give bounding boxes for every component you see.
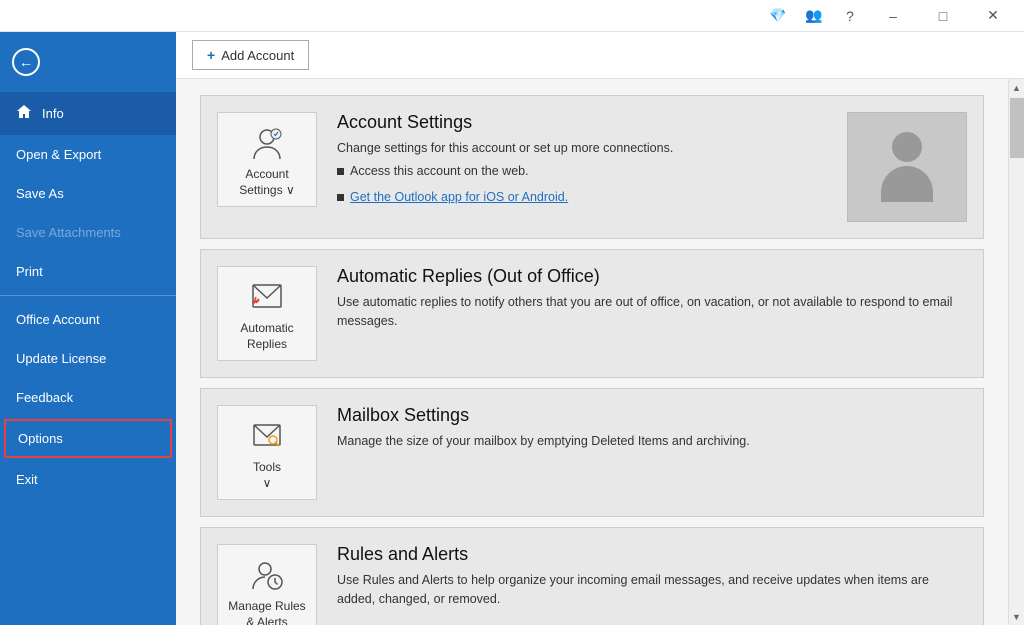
bullet-icon-2 — [337, 194, 344, 201]
minimize-icon[interactable]: – — [870, 0, 916, 32]
scroll-down-button[interactable]: ▼ — [1009, 608, 1024, 625]
account-settings-desc: Change settings for this account or set … — [337, 139, 827, 158]
automatic-replies-icon — [249, 279, 285, 315]
back-circle-icon: ← — [12, 48, 40, 76]
bullet-icon — [337, 168, 344, 175]
avatar-body — [881, 166, 933, 202]
toolbar: + Add Account — [176, 32, 1024, 79]
rules-alerts-card: Manage Rules& Alerts Rules and Alerts Us… — [200, 527, 984, 625]
manage-rules-icon — [249, 557, 285, 593]
scroll-up-button[interactable]: ▲ — [1009, 79, 1024, 96]
sidebar: ← Info Open & Export Save As — [0, 32, 176, 625]
account-settings-icon-box[interactable]: AccountSettings ∨ — [217, 112, 317, 207]
automatic-replies-icon-label: AutomaticReplies — [240, 321, 293, 352]
automatic-replies-body: Automatic Replies (Out of Office) Use au… — [337, 266, 967, 337]
automatic-replies-icon-box[interactable]: AutomaticReplies — [217, 266, 317, 361]
mailbox-settings-title: Mailbox Settings — [337, 405, 967, 426]
avatar-head — [892, 132, 922, 162]
mailbox-settings-icon-box[interactable]: Tools∨ — [217, 405, 317, 500]
account-settings-title: Account Settings — [337, 112, 827, 133]
account-settings-icon-label: AccountSettings ∨ — [239, 167, 294, 198]
people-icon[interactable]: 👥 — [798, 0, 830, 32]
diamond-icon[interactable]: 💎 — [762, 0, 794, 32]
mailbox-settings-card: Tools∨ Mailbox Settings Manage the size … — [200, 388, 984, 517]
sidebar-item-save-as[interactable]: Save As — [0, 174, 176, 213]
main-content: AccountSettings ∨ Account Settings Chang… — [176, 79, 1008, 625]
sidebar-item-office-account[interactable]: Office Account — [0, 300, 176, 339]
automatic-replies-desc: Use automatic replies to notify others t… — [337, 293, 967, 331]
rules-alerts-title: Rules and Alerts — [337, 544, 967, 565]
window-controls: 💎 👥 ? – □ ✕ — [762, 0, 1016, 32]
automatic-replies-title: Automatic Replies (Out of Office) — [337, 266, 967, 287]
app-body: ← Info Open & Export Save As — [0, 32, 1024, 625]
sidebar-item-options[interactable]: Options — [4, 419, 172, 458]
scroll-track — [1009, 96, 1024, 608]
sidebar-item-save-attachments: Save Attachments — [0, 213, 176, 252]
add-account-button[interactable]: + Add Account — [192, 40, 309, 70]
automatic-replies-card: AutomaticReplies Automatic Replies (Out … — [200, 249, 984, 378]
sidebar-divider — [0, 295, 176, 296]
home-icon — [16, 104, 32, 123]
content-area: + Add Account — [176, 32, 1024, 625]
plus-icon: + — [207, 47, 215, 63]
mailbox-settings-desc: Manage the size of your mailbox by empty… — [337, 432, 967, 451]
close-icon[interactable]: ✕ — [970, 0, 1016, 32]
tools-icon — [249, 418, 285, 454]
sidebar-item-print[interactable]: Print — [0, 252, 176, 291]
account-settings-card: AccountSettings ∨ Account Settings Chang… — [200, 95, 984, 239]
account-settings-link-row: Get the Outlook app for iOS or Android. — [337, 190, 827, 204]
rules-alerts-icon-box[interactable]: Manage Rules& Alerts — [217, 544, 317, 625]
help-icon[interactable]: ? — [834, 0, 866, 32]
rules-alerts-desc: Use Rules and Alerts to help organize yo… — [337, 571, 967, 609]
mailbox-settings-icon-label: Tools∨ — [253, 460, 281, 491]
title-bar: 💎 👥 ? – □ ✕ — [0, 0, 1024, 32]
sidebar-item-exit[interactable]: Exit — [0, 460, 176, 499]
user-avatar — [847, 112, 967, 222]
account-settings-bullet-1: Access this account on the web. — [337, 164, 827, 178]
mailbox-settings-body: Mailbox Settings Manage the size of your… — [337, 405, 967, 457]
rules-alerts-body: Rules and Alerts Use Rules and Alerts to… — [337, 544, 967, 615]
sidebar-item-open-export[interactable]: Open & Export — [0, 135, 176, 174]
sidebar-nav: Info Open & Export Save As Save Attachme… — [0, 92, 176, 499]
account-settings-body: Account Settings Change settings for thi… — [337, 112, 827, 208]
avatar-person — [881, 132, 933, 202]
sidebar-item-feedback[interactable]: Feedback — [0, 378, 176, 417]
rules-alerts-icon-label: Manage Rules& Alerts — [228, 599, 305, 625]
main-content-wrapper: AccountSettings ∨ Account Settings Chang… — [176, 79, 1024, 625]
outlook-app-link[interactable]: Get the Outlook app for iOS or Android. — [350, 190, 568, 204]
maximize-icon[interactable]: □ — [920, 0, 966, 32]
scrollbar: ▲ ▼ — [1008, 79, 1024, 625]
account-settings-icon — [249, 125, 285, 161]
account-settings-bullet-text: Access this account on the web. — [350, 164, 529, 178]
back-button[interactable]: ← — [0, 32, 176, 92]
sidebar-item-update-license[interactable]: Update License — [0, 339, 176, 378]
sidebar-item-info[interactable]: Info — [0, 92, 176, 135]
scroll-thumb[interactable] — [1010, 98, 1024, 158]
